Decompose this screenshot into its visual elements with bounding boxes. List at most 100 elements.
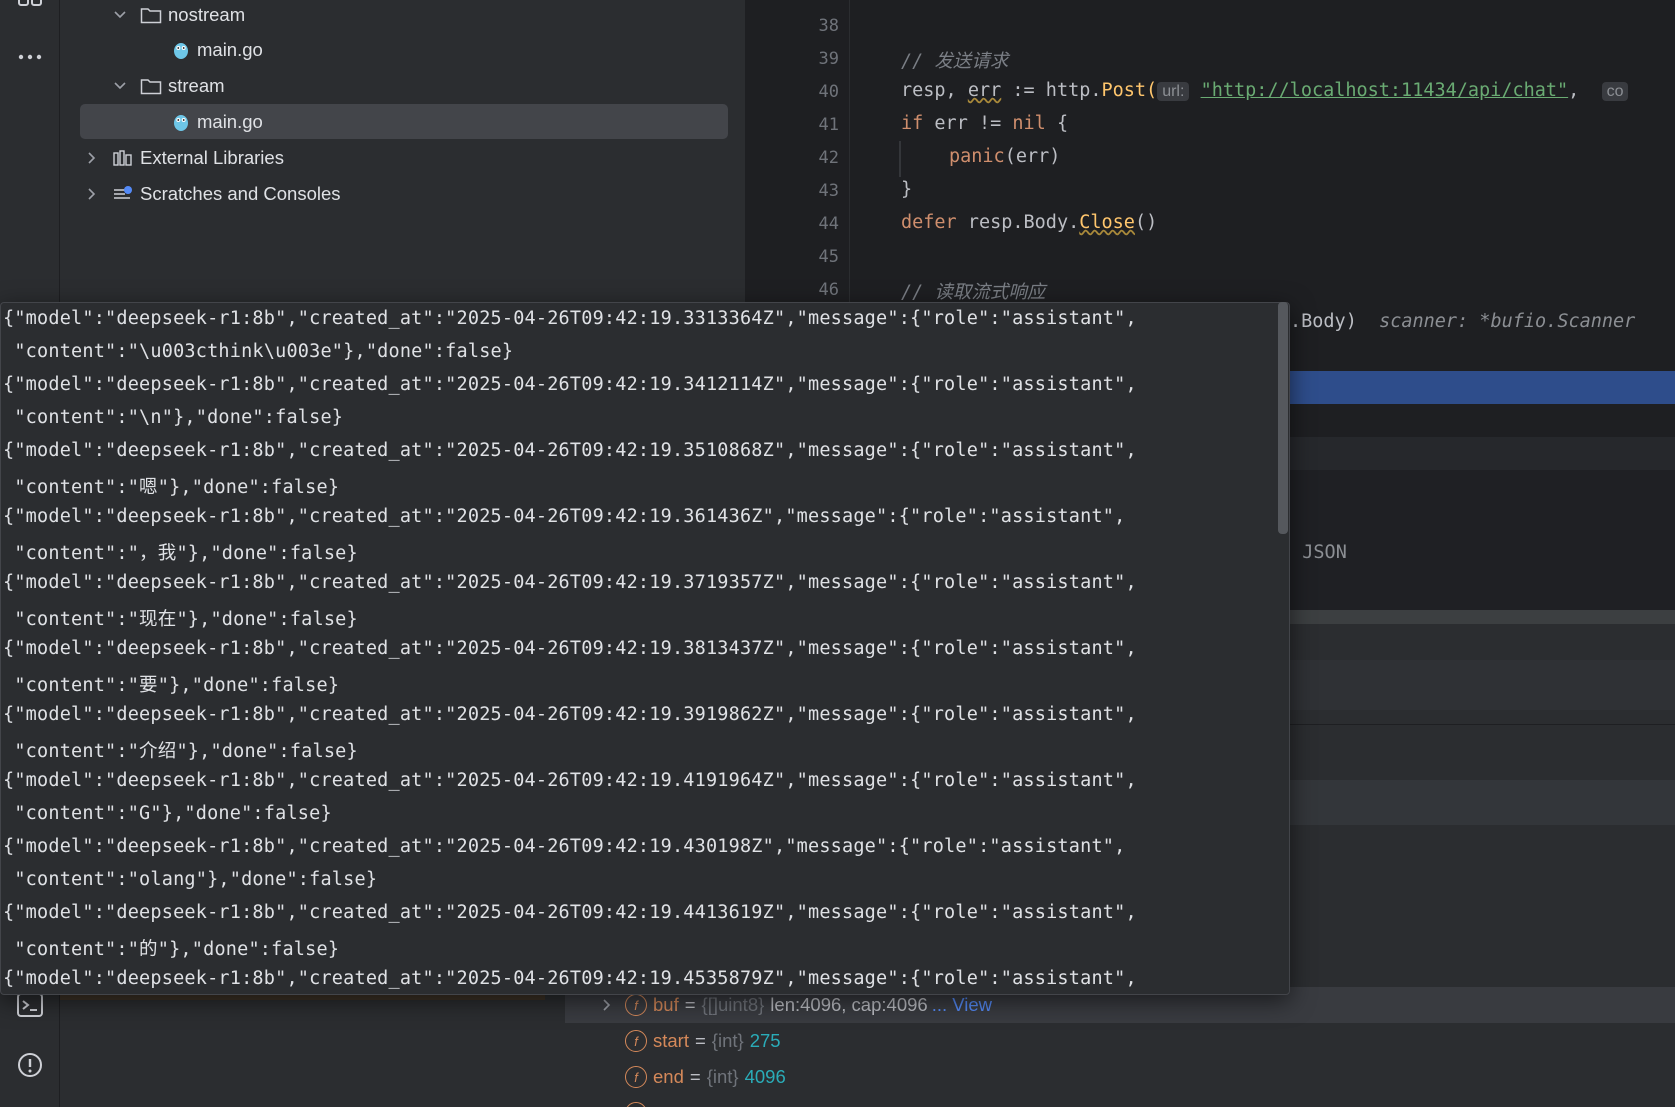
debug-frame-row[interactable] <box>1280 660 1675 710</box>
popup-line: "content":"\n"},"done":false} <box>3 407 344 428</box>
line-number: 45 <box>818 247 839 267</box>
tree-external-libraries[interactable]: External Libraries <box>20 140 728 175</box>
popup-scrollbar-thumb[interactable] <box>1278 302 1288 534</box>
popup-line: "content":"，我"},"done":false} <box>3 543 358 564</box>
code-token: err != <box>923 113 1013 134</box>
variable-type: {int} <box>706 1066 739 1087</box>
popup-line: {"model":"deepseek-r1:8b","created_at":"… <box>3 638 1137 659</box>
popup-line: "content":"\u003cthink\u003e"},"done":fa… <box>3 341 514 362</box>
variable-row-start[interactable]: f start = {int} 275 <box>625 1023 781 1059</box>
popup-line: "content":"要"},"done":false} <box>3 675 340 696</box>
line-number: 39 <box>818 49 839 69</box>
popup-line: {"model":"deepseek-r1:8b","created_at":"… <box>3 836 1126 857</box>
code-token: { <box>1045 113 1069 134</box>
problems-icon[interactable] <box>15 1050 45 1080</box>
equals-sign: = <box>694 1030 706 1051</box>
code-line-39: // 发送请求 <box>901 47 1008 73</box>
variable-name: buf <box>653 994 679 1015</box>
popup-line: "content":"G"},"done":false} <box>3 803 332 824</box>
go-file-icon <box>174 114 188 131</box>
popup-line: "content":"介绍"},"done":false} <box>3 741 358 762</box>
code-token: (err) <box>1004 146 1061 167</box>
code-line-46: // 读取流式响应 <box>901 278 1045 304</box>
tree-item-label: main.go <box>197 110 263 132</box>
scratches-icon <box>114 185 132 199</box>
popup-line: {"model":"deepseek-r1:8b","created_at":"… <box>3 506 1126 527</box>
tree-item-label: nostream <box>168 3 246 25</box>
equals-sign: = <box>684 994 696 1015</box>
divider <box>1280 724 1675 725</box>
code-token-close: Close <box>1079 212 1135 233</box>
popup-line: "content":"的"},"done":false} <box>3 939 340 960</box>
tree-item-label: stream <box>168 74 225 96</box>
code-token-defer: defer <box>901 212 957 233</box>
debug-frame-row[interactable] <box>1280 780 1675 825</box>
indent-guide <box>899 141 901 177</box>
chevron-down-icon[interactable] <box>113 79 127 93</box>
variable-row-end[interactable]: f end = {int} 4096 <box>625 1059 786 1095</box>
popup-line: {"model":"deepseek-r1:8b","created_at":"… <box>3 308 1137 329</box>
variable-value: 4096 <box>744 1066 786 1087</box>
line-number: 38 <box>818 16 839 36</box>
field-icon: f <box>625 994 647 1016</box>
code-token-nil: nil <box>1012 113 1046 134</box>
variable-name: start <box>653 1030 689 1051</box>
tree-item-label: main.go <box>197 38 263 60</box>
field-icon: f <box>625 1066 647 1088</box>
code-token: := http. <box>1001 80 1102 101</box>
code-token-url-string[interactable]: "http://localhost:11434/api/chat" <box>1201 80 1569 101</box>
variable-type: {int} <box>711 1030 744 1051</box>
tree-folder-nostream[interactable]: nostream <box>20 0 728 32</box>
folder-icon <box>140 78 162 94</box>
line-number: 42 <box>818 148 839 168</box>
comment-read-stream: // 读取流式响应 <box>901 282 1046 303</box>
folder-icon <box>140 7 162 23</box>
execution-point-line <box>1280 371 1675 404</box>
inline-debug-value: scanner: *bufio.Scanner <box>1379 311 1636 332</box>
code-token-err: err <box>967 80 1002 101</box>
code-token: resp.Body. <box>956 212 1080 233</box>
code-line-41: if err != nil { <box>901 113 1068 134</box>
param-hint-content-type: co <box>1601 82 1629 101</box>
code-token: .Body) <box>1290 311 1357 332</box>
tree-file-nostream-main-go[interactable]: main.go <box>20 32 728 67</box>
field-icon: f <box>625 1102 647 1107</box>
variable-type: {[]uint8} <box>701 994 765 1015</box>
run-panel <box>60 990 545 1107</box>
line-number: 43 <box>818 181 839 201</box>
popup-line: "content":"嗯"},"done":false} <box>3 477 340 498</box>
library-icon <box>113 149 132 166</box>
chevron-right-icon[interactable] <box>85 151 99 165</box>
tree-folder-stream[interactable]: stream <box>20 68 728 103</box>
param-hint-url: url: <box>1157 82 1190 101</box>
code-line-44: defer resp.Body.Close() <box>901 212 1157 233</box>
popup-line: {"model":"deepseek-r1:8b","created_at":"… <box>3 374 1137 395</box>
value-popup[interactable]: {"model":"deepseek-r1:8b","created_at":"… <box>0 302 1290 995</box>
code-token-if: if <box>901 113 924 134</box>
chevron-down-icon[interactable] <box>113 8 127 22</box>
popup-line: {"model":"deepseek-r1:8b","created_at":"… <box>3 440 1137 461</box>
go-file-icon <box>174 42 188 59</box>
line-number: 40 <box>818 82 839 102</box>
chevron-right-icon[interactable] <box>85 187 99 201</box>
popup-line: {"model":"deepseek-r1:8b","created_at":"… <box>3 704 1137 725</box>
line-number: 46 <box>818 280 839 300</box>
variable-value: 275 <box>749 1030 781 1051</box>
view-link[interactable]: ... View <box>932 994 992 1016</box>
tree-scratches-consoles[interactable]: Scratches and Consoles <box>20 176 728 211</box>
field-icon: f <box>625 1030 647 1052</box>
tree-item-label: Scratches and Consoles <box>140 182 341 204</box>
variable-row-partial: f <box>625 1095 653 1107</box>
tree-file-stream-main-go[interactable]: main.go <box>80 104 728 139</box>
line-number: 41 <box>818 115 839 135</box>
code-token: () <box>1134 212 1158 233</box>
popup-line: {"model":"deepseek-r1:8b","created_at":"… <box>3 902 1137 923</box>
line-number: 44 <box>818 214 839 234</box>
variable-name: end <box>653 1066 684 1087</box>
equals-sign: = <box>689 1066 701 1087</box>
tree-item-label: External Libraries <box>140 146 284 168</box>
comment-send-request: // 发送请求 <box>901 51 1009 72</box>
popup-line: {"model":"deepseek-r1:8b","created_at":"… <box>3 572 1137 593</box>
chevron-right-icon[interactable] <box>600 998 614 1012</box>
popup-line: {"model":"deepseek-r1:8b","created_at":"… <box>3 968 1137 989</box>
